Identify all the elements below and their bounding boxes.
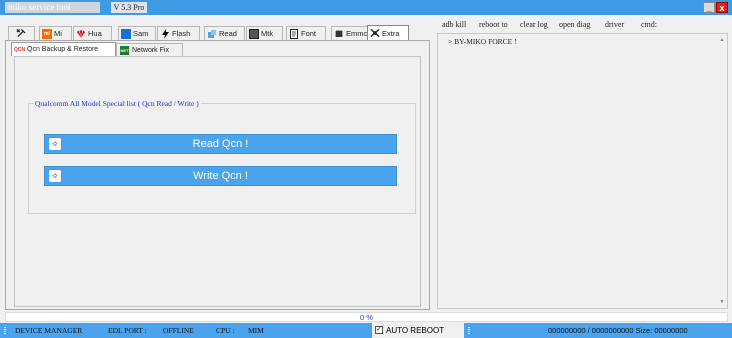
auto-reboot-checkbox[interactable]: ✓ bbox=[375, 326, 383, 334]
log-console[interactable]: > BY-MIKO FORCE ! ▲ ▼ bbox=[437, 33, 728, 309]
extra-tab-panel: QCN Qcn Backup & Restore NET Network Fix… bbox=[5, 40, 430, 310]
adb-kill-button[interactable]: adb kill bbox=[442, 20, 466, 29]
write-qcn-label: Write Qcn ! bbox=[193, 170, 248, 182]
read-icon bbox=[207, 29, 217, 39]
tab-extra[interactable]: Extra bbox=[367, 25, 409, 40]
tab-label: Mi bbox=[54, 29, 62, 38]
tab-label: Sam bbox=[133, 29, 149, 38]
group-title: Qualcomm All Model Special list ( Qcn Re… bbox=[33, 99, 201, 108]
tab-mtk[interactable]: Mtk bbox=[246, 26, 283, 40]
title-bar: miko service tool V 5.3 Pro _ x bbox=[0, 0, 732, 15]
tab-label: Hua bbox=[88, 29, 102, 38]
subtab-qcn-backup[interactable]: QCN Qcn Backup & Restore bbox=[11, 42, 116, 56]
version-badge: V 5.3 Pro bbox=[111, 2, 147, 13]
tab-sam[interactable]: Sam bbox=[118, 26, 156, 40]
status-bar: DEVICE MANAGER EDL PORT : OFFLINE CPU : … bbox=[0, 323, 732, 338]
edl-port-value: OFFLINE bbox=[163, 326, 194, 335]
emmc-chip-icon bbox=[334, 29, 344, 39]
read-qcn-label: Read Qcn ! bbox=[192, 138, 249, 150]
tab-label: Read bbox=[219, 29, 237, 38]
qcn-backup-page: Qualcomm All Model Special list ( Qcn Re… bbox=[14, 56, 421, 307]
tools-icon bbox=[16, 28, 26, 39]
chip-icon bbox=[249, 28, 259, 39]
cpu-value: MIM bbox=[248, 326, 264, 335]
tab-hua[interactable]: Hua bbox=[73, 26, 112, 40]
mi-logo-icon: mi bbox=[42, 28, 52, 39]
progress-text: 0 % bbox=[360, 313, 373, 322]
open-diag-button[interactable]: open diag bbox=[559, 20, 590, 29]
tab-flash[interactable]: Flash bbox=[157, 26, 200, 40]
driver-button[interactable]: driver bbox=[605, 20, 624, 29]
tab-font[interactable]: Font bbox=[286, 26, 326, 40]
lightning-icon bbox=[160, 28, 170, 39]
reboot-to-button[interactable]: reboot to bbox=[479, 20, 508, 29]
scroll-down-icon[interactable]: ▼ bbox=[719, 299, 725, 305]
document-icon bbox=[289, 28, 299, 39]
clear-log-button[interactable]: clear log bbox=[520, 20, 548, 29]
network-fix-icon: NET bbox=[120, 45, 129, 55]
subtab-label: Network Fix bbox=[132, 46, 169, 54]
write-qcn-icon: ✧ bbox=[49, 170, 61, 182]
tab-emmc[interactable]: Emmc bbox=[331, 26, 372, 40]
read-qcn-button[interactable]: ✧ Read Qcn ! bbox=[44, 134, 397, 154]
log-line: > BY-MIKO FORCE ! bbox=[448, 37, 517, 46]
read-qcn-icon: ✧ bbox=[49, 138, 61, 150]
auto-reboot-label: AUTO REBOOT bbox=[386, 326, 445, 335]
tab-label: Emmc bbox=[346, 29, 368, 38]
qcn-icon: QCN bbox=[13, 46, 26, 53]
status-right: 000000000 / 0000000000 Size: 00000000 bbox=[464, 323, 732, 338]
tab-label: Font bbox=[301, 29, 317, 38]
write-qcn-button[interactable]: ✧ Write Qcn ! bbox=[44, 166, 397, 186]
cpu-label: CPU : bbox=[216, 326, 235, 335]
size-info: 000000000 / 0000000000 Size: 00000000 bbox=[548, 326, 688, 335]
grip-icon bbox=[468, 327, 470, 335]
tab-label: Extra bbox=[382, 28, 400, 38]
edl-port-label: EDL PORT : bbox=[108, 326, 147, 335]
extra-tools-icon bbox=[370, 28, 380, 38]
tab-label: Flash bbox=[172, 29, 191, 38]
progress-bar: 0 % bbox=[5, 312, 728, 322]
tab-mi[interactable]: mi Mi bbox=[39, 26, 72, 40]
minimize-button[interactable]: _ bbox=[703, 2, 715, 13]
cmd-button[interactable]: cmd: bbox=[641, 20, 657, 29]
subtab-network-fix[interactable]: NET Network Fix bbox=[116, 43, 183, 56]
subtab-label: Qcn Backup & Restore bbox=[27, 46, 99, 53]
status-left: DEVICE MANAGER EDL PORT : OFFLINE CPU : … bbox=[0, 323, 372, 338]
auto-reboot-toggle[interactable]: ✓ AUTO REBOOT bbox=[372, 323, 464, 338]
close-button[interactable]: x bbox=[716, 2, 728, 13]
tab-read[interactable]: Read bbox=[204, 26, 245, 40]
samsung-icon bbox=[121, 28, 131, 39]
app-title: miko service tool bbox=[5, 2, 100, 13]
scroll-up-icon[interactable]: ▲ bbox=[719, 37, 725, 43]
grip-icon bbox=[4, 327, 6, 335]
tab-tools[interactable] bbox=[8, 26, 35, 40]
tab-label: Mtk bbox=[261, 29, 274, 38]
huawei-logo-icon bbox=[76, 29, 86, 39]
qcn-group-box: Qualcomm All Model Special list ( Qcn Re… bbox=[28, 99, 416, 214]
device-manager-link[interactable]: DEVICE MANAGER bbox=[15, 323, 82, 338]
